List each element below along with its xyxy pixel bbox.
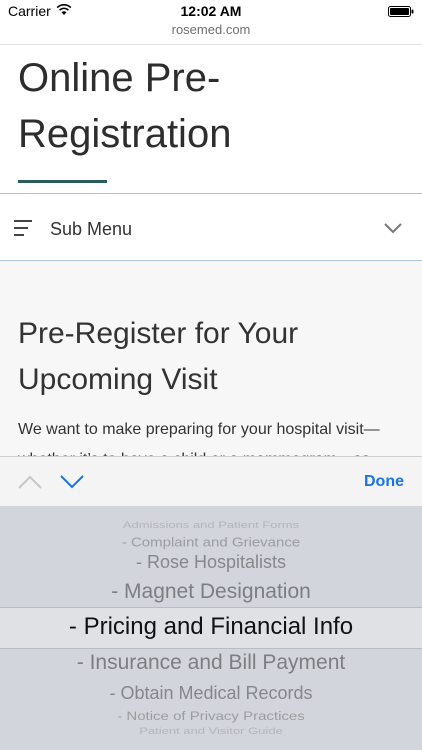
battery-icon bbox=[388, 6, 414, 17]
main-content: Pre-Register for Your Upcoming Visit We … bbox=[0, 261, 422, 456]
url-bar[interactable]: rosemed.com bbox=[0, 22, 422, 45]
intro-text: We want to make preparing for your hospi… bbox=[18, 421, 380, 456]
title-underline bbox=[18, 180, 107, 183]
picker-option[interactable]: - Rose Hospitalists bbox=[0, 552, 422, 573]
submenu-toggle[interactable]: Sub Menu bbox=[0, 193, 422, 261]
picker-option[interactable]: - Obtain Medical Records bbox=[0, 683, 422, 704]
chevron-down-icon bbox=[384, 223, 402, 234]
picker-option[interactable]: Admissions and Patient Forms bbox=[0, 522, 422, 529]
picker-wheel[interactable]: Admissions and Patient Forms - Complaint… bbox=[0, 506, 422, 750]
page-title: Online Pre-Registration bbox=[18, 56, 232, 156]
picker-option[interactable]: Patient and Visitor Guide bbox=[0, 728, 422, 735]
done-button[interactable]: Done bbox=[364, 473, 404, 491]
picker-option-selected[interactable]: - Pricing and Financial Info bbox=[0, 613, 422, 641]
status-bar: Carrier 12:02 AM bbox=[0, 0, 422, 22]
url-text: rosemed.com bbox=[171, 22, 251, 37]
chevron-up-icon[interactable] bbox=[18, 475, 42, 489]
status-time: 12:02 AM bbox=[180, 3, 242, 19]
menu-lines-icon bbox=[14, 220, 32, 236]
picker-toolbar: Done bbox=[0, 456, 422, 507]
picker-option[interactable]: - Notice of Privacy Practices bbox=[0, 710, 422, 724]
section-heading: Pre-Register for Your Upcoming Visit bbox=[18, 317, 299, 396]
submenu-label: Sub Menu bbox=[50, 219, 133, 239]
picker-option[interactable]: - Insurance and Bill Payment bbox=[0, 651, 422, 675]
picker-option[interactable]: - Complaint and Grievance bbox=[0, 535, 422, 549]
chevron-down-icon[interactable] bbox=[60, 475, 84, 489]
picker-option[interactable]: - Magnet Designation bbox=[0, 580, 422, 604]
